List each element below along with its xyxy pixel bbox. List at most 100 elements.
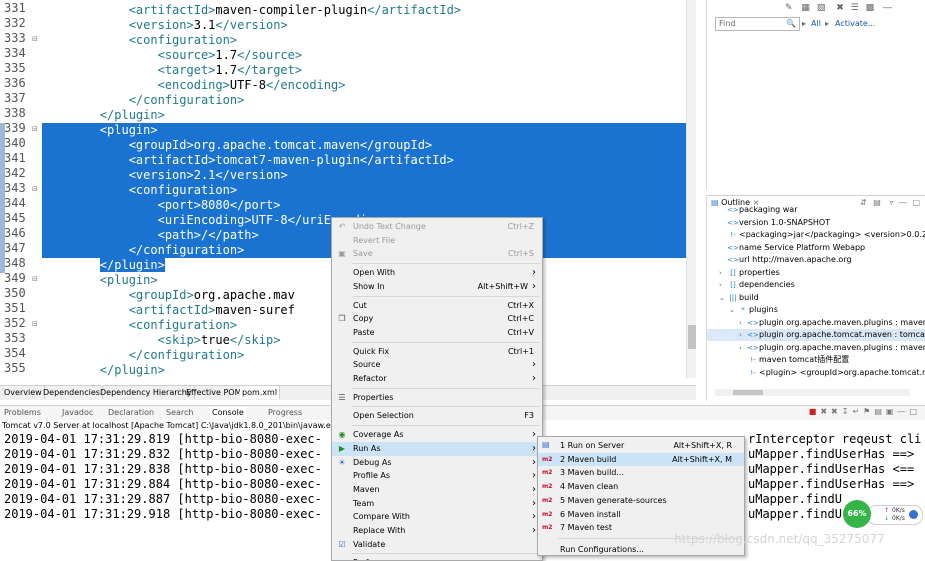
menu-item-undo-text-change[interactable]: ↶ Undo Text Change Ctrl+Z [332,220,542,234]
filter-icon[interactable]: ▦ [801,3,810,13]
expand-toggle-icon[interactable]: › [719,267,727,279]
code-line[interactable]: <port>8080</port> [42,198,281,213]
open-console-icon[interactable]: ▣ [886,407,894,416]
code-line[interactable]: </plugin> [42,108,165,123]
dropdown-icon-2[interactable]: ▸ [825,19,829,28]
code-line[interactable]: </plugin> [42,258,165,273]
code-line[interactable]: </configuration> [42,93,245,108]
editor-tab-pom-xml[interactable]: pom.xml [240,386,281,399]
collapse-icon[interactable]: ✖ [836,3,844,13]
all-link[interactable]: All [811,19,821,28]
outline-node[interactable]: › <>plugin org.apache.tomcat.maven : tomc… [707,329,925,341]
menu-item-cut[interactable]: Cut Ctrl+X [332,299,542,313]
fold-toggle-icon[interactable]: ⊟ [32,320,38,328]
outline-node[interactable]: ⌄ * plugins [707,304,925,316]
maximize-icon[interactable]: □ [909,407,917,416]
menu-item-show-in[interactable]: Show In Alt+Shift+W › [332,280,542,294]
code-line[interactable]: </configuration> [42,243,245,258]
submenu-item-4-maven-clean[interactable]: m2 4 Maven clean [538,480,744,493]
outline-node[interactable]: !-<plugin> <groupId>org.apache.tomcat.ma… [707,367,925,379]
editor-tab-dependencies[interactable]: Dependencies [41,386,103,399]
editor-tab-effective-pom[interactable]: Effective POM [184,386,245,399]
submenu-item-6-maven-install[interactable]: m2 6 Maven install [538,508,744,521]
outline-horizontal-scrollbar[interactable] [715,389,910,396]
word-wrap-icon[interactable]: ↵ [852,407,859,416]
menu-item-revert-file[interactable]: Revert File [332,234,542,248]
menu-item-paste[interactable]: Paste Ctrl+V [332,326,542,340]
code-line[interactable]: <configuration> [42,33,237,48]
menu-item-copy[interactable]: ❐ Copy Ctrl+C [332,312,542,326]
code-line[interactable]: <groupId>org.apache.mav [42,288,295,303]
code-line[interactable]: <artifactId>maven-suref [42,303,295,318]
submenu-item-5-maven-generate-sources[interactable]: m2 5 Maven generate-sources [538,494,744,507]
scroll-lock-icon[interactable]: ↧ [842,407,849,416]
menu-item-open-selection[interactable]: Open Selection F3 [332,409,542,423]
fold-toggle-icon[interactable]: ⊟ [32,275,38,283]
outline-node[interactable]: ›[] dependencies [707,279,925,291]
expand-toggle-icon[interactable]: › [739,317,747,329]
code-line[interactable]: </configuration> [42,348,245,363]
console-tab-declaration[interactable]: Declaration [108,407,154,419]
find-input[interactable]: Find 🔍 [715,17,800,31]
categorize-icon[interactable]: ▧ [817,3,826,13]
code-line[interactable]: <groupId>org.apache.tomcat.maven</groupI… [42,138,432,153]
menu-item-source[interactable]: Source › [332,358,542,372]
code-line[interactable]: <target>1.7</target> [42,63,303,78]
pin-icon[interactable]: ⚑ [863,407,870,416]
menu-item-team[interactable]: Team › [332,497,542,511]
remove-all-icon[interactable]: ✖ [831,407,838,416]
outline-node[interactable]: <>url http://maven.apache.org [707,254,925,266]
minimize-icon[interactable]: ― [897,407,905,416]
menu-icon[interactable]: ▩ [866,3,875,13]
sync-icon[interactable]: ☰ [851,3,859,13]
outline-node[interactable]: <>version 1.0-SNAPSHOT [707,217,925,229]
submenu-item-3-maven-build[interactable]: m2 3 Maven build... [538,466,744,479]
stop-icon[interactable]: ■ [809,407,817,416]
dropdown-icon[interactable]: ▸ [802,19,806,28]
console-tab-problems[interactable]: Problems [4,407,41,419]
outline-node[interactable]: !- <packaging>jar</packaging> <version>0.… [707,229,925,241]
code-line[interactable]: <path>/</path> [42,228,259,243]
expand-toggle-icon[interactable]: ⌄ [719,292,727,304]
network-speed-widget[interactable]: ↑ 0K/s ↓ 0K/s 66% [841,500,925,530]
console-tab-progress[interactable]: Progress [268,407,302,419]
code-line[interactable]: <plugin> [42,123,158,138]
outline-scroll-thumb[interactable] [733,390,763,395]
menu-item-coverage-as[interactable]: ◉ Coverage As › [332,428,542,442]
menu-item-maven[interactable]: Maven › [332,483,542,497]
editor-tab-dependency-hierarchy[interactable]: Dependency Hierarchy [98,386,195,399]
code-line[interactable]: <source>1.7</source> [42,48,303,63]
outline-node[interactable]: !- maven tomcat插件配置 [707,354,925,366]
activate-link[interactable]: Activate... [835,19,875,28]
console-tab-search[interactable]: Search [166,407,193,419]
code-line[interactable]: <configuration> [42,183,237,198]
new-task-icon[interactable]: ✎ [785,3,793,13]
fold-toggle-icon[interactable]: ⊟ [32,125,38,133]
outline-node[interactable]: ›[] properties [707,267,925,279]
editor-scroll-thumb[interactable] [688,325,696,349]
console-tab-console[interactable]: Console [210,407,246,419]
minimize-icon[interactable]: ― [883,3,892,13]
menu-item-quick-fix[interactable]: Quick Fix Ctrl+1 [332,345,542,359]
outline-node[interactable]: › <>plugin org.apache.maven.plugins : mav… [707,342,925,354]
code-line[interactable]: <artifactId>tomcat7-maven-plugin</artifa… [42,153,454,168]
fold-toggle-icon[interactable]: ⊟ [32,35,38,43]
expand-toggle-icon[interactable]: ⌄ [729,304,737,316]
code-line[interactable]: <version>2.1</version> [42,168,288,183]
menu-item-run-as[interactable]: ▶ Run As › [332,441,542,456]
submenu-item-1-run-on-server[interactable]: ▤ 1 Run on Server Alt+Shift+X, R [538,439,744,452]
code-line[interactable]: </plugin> [42,363,165,378]
outline-node[interactable]: <>packaging war [707,204,925,216]
menu-item-compare-with[interactable]: Compare With › [332,510,542,524]
menu-item-open-with[interactable]: Open With › [332,266,542,280]
menu-item-debug-as[interactable]: ☀ Debug As › [332,456,542,470]
console-tab-javadoc[interactable]: Javadoc [62,407,93,419]
code-line[interactable]: <artifactId>maven-compiler-plugin</artif… [42,3,461,18]
remove-launch-icon[interactable]: ✖ [820,407,827,416]
code-line[interactable]: <plugin> [42,273,158,288]
editor-tab-overview[interactable]: Overview [2,386,45,399]
menu-item-validate[interactable]: ☑ Validate [332,538,542,552]
menu-item-refactor[interactable]: Refactor › [332,372,542,386]
outline-node[interactable]: ⌄ ||| build [707,292,925,304]
expand-toggle-icon[interactable]: › [739,342,747,354]
